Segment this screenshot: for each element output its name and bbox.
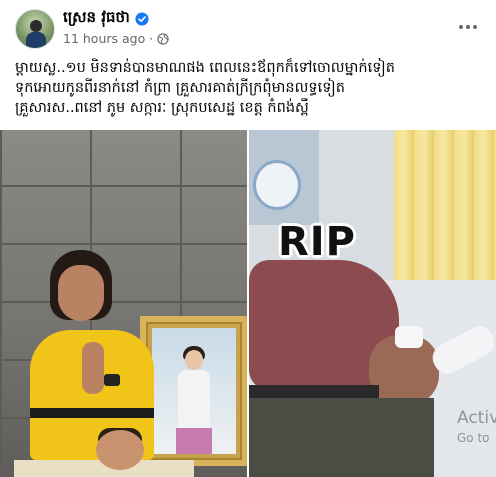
patient-pants [249,398,434,477]
author-row: ស្រេន វុធថា [63,8,149,30]
more-dot [473,25,477,29]
post-timestamp[interactable]: 11 hours ago [63,31,145,46]
shirt-stripe [30,408,154,418]
globe-icon[interactable] [157,32,169,45]
more-dot [459,25,463,29]
oxygen-mask [253,160,301,210]
post-photo-right[interactable]: RIP Activ Go to [249,130,496,477]
verified-badge-icon [135,12,149,26]
post-meta: 11 hours ago · [63,31,169,46]
post-photo-left[interactable] [0,130,247,477]
more-options-icon[interactable] [453,12,483,42]
baby-face [96,430,144,470]
bandage [395,326,423,348]
activate-windows-watermark: Activ Go to [457,408,496,448]
more-dot [466,25,470,29]
post-text-line: គ្រួសារស..ពនៅ ភូម សក្ការៈ ស្រុកបសេដ្ឋ ខេ… [15,100,309,116]
avatar-body [26,32,46,48]
author-name[interactable]: ស្រេន វុធថា [63,8,130,30]
meta-separator: · [149,31,154,46]
portrait-face [185,350,203,370]
avatar-head [30,20,42,32]
praying-hands [82,342,104,394]
watermark-line-1: Activ [457,408,496,428]
author-avatar[interactable] [15,9,55,49]
watermark-line-2: Go to [457,431,490,445]
portrait-picture [152,328,236,454]
post-text-line: ទុកអោយកូនពីរនាក់នៅ កំព្រា គ្រួសារគាត់ក្រ… [15,80,345,96]
portrait-skirt [176,428,212,454]
girl-face [58,265,104,321]
portrait-blouse [178,370,210,430]
rip-overlay-text: RIP [278,219,356,265]
post-body-text: ម្ដាយស្ល..១ប មិនទាន់បានមាណផង ពេលនេះឪពុកក… [15,58,485,118]
post-text-line: ម្ដាយស្ល..១ប មិនទាន់បានមាណផង ពេលនេះឪពុកក… [15,60,395,76]
portrait-frame [140,316,247,466]
patient-belt [249,385,379,399]
post-header: ស្រេន វុធថា 11 hours ago · [0,0,496,56]
wrist-watch [104,374,120,386]
